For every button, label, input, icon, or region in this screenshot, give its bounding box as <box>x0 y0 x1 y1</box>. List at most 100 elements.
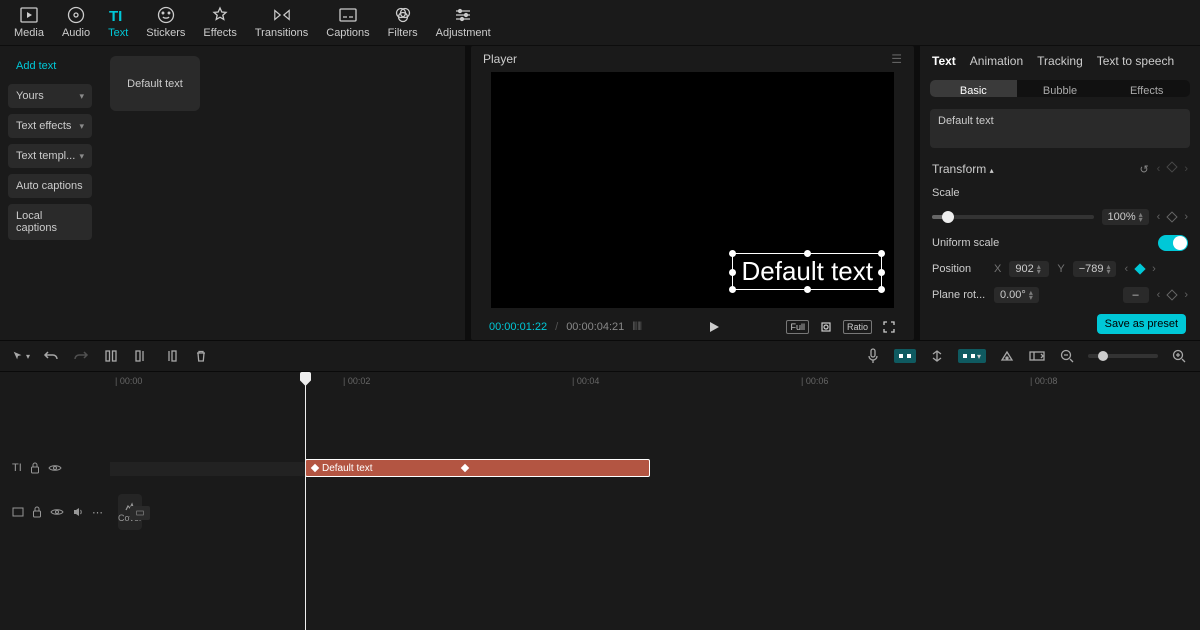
sidebar-text-effects[interactable]: Text effects▾ <box>8 114 92 138</box>
player-menu-icon[interactable]: ☰ <box>891 52 902 66</box>
keyframe-icon[interactable] <box>460 464 468 472</box>
text-clip[interactable]: Default text <box>305 459 650 477</box>
text-track-icon: TI <box>12 462 22 474</box>
sidebar-auto-captions[interactable]: Auto captions <box>8 174 92 198</box>
keyframe-diamond-icon[interactable] <box>1167 289 1178 300</box>
more-icon[interactable]: ⋯ <box>92 506 104 519</box>
position-label: Position <box>932 263 986 275</box>
resize-handle[interactable] <box>878 250 885 257</box>
tab-tracking[interactable]: Tracking <box>1037 54 1083 68</box>
ratio-button[interactable]: Ratio <box>843 320 872 334</box>
tool-transitions[interactable]: Transitions <box>255 6 308 39</box>
fullscreen-icon[interactable] <box>882 320 896 334</box>
save-preset-button[interactable]: Save as preset <box>1097 314 1186 334</box>
video-track-icon <box>12 507 24 517</box>
play-button[interactable] <box>707 320 721 334</box>
zoom-slider[interactable] <box>1088 354 1158 358</box>
timeline-toolbar: ▾ ▾ <box>0 340 1200 372</box>
preview-icon[interactable] <box>998 347 1016 365</box>
uniform-scale-toggle[interactable] <box>1158 235 1188 251</box>
redo-button[interactable] <box>72 347 90 365</box>
keyframe-diamond-icon[interactable] <box>1167 161 1178 172</box>
split-icon[interactable] <box>102 347 120 365</box>
lock-icon[interactable] <box>30 462 40 474</box>
subtab-bubble[interactable]: Bubble <box>1017 80 1104 97</box>
zoom-out-icon[interactable] <box>1058 347 1076 365</box>
columns-icon[interactable]: ⦀⦀ <box>632 321 642 334</box>
lock-icon[interactable] <box>32 506 42 518</box>
plane-rotation-label: Plane rot... <box>932 289 986 301</box>
chevron-down-icon: ▾ <box>79 151 84 162</box>
tool-adjustment[interactable]: Adjustment <box>436 6 491 39</box>
subtab-effects[interactable]: Effects <box>1103 80 1190 97</box>
text-content-input[interactable]: Default text <box>930 109 1190 148</box>
scale-slider[interactable] <box>932 215 1094 219</box>
position-x-input[interactable]: 902▴▾ <box>1009 261 1049 277</box>
tool-audio[interactable]: Audio <box>62 6 90 39</box>
sidebar-text-templates[interactable]: Text templ...▾ <box>8 144 92 168</box>
keyframe-diamond-icon[interactable] <box>1134 263 1145 274</box>
eye-icon[interactable] <box>48 463 62 473</box>
text-preset-default[interactable]: Default text <box>110 56 200 111</box>
full-button[interactable]: Full <box>786 320 809 334</box>
video-clip[interactable] <box>130 506 150 520</box>
text-track[interactable]: Default text <box>110 446 1200 490</box>
uniform-scale-label: Uniform scale <box>932 237 999 249</box>
timeline: TI ⋯ Cover | 00:00 | 00:02 | 00:04 | 00:… <box>0 372 1200 630</box>
tracks-area[interactable]: | 00:00 | 00:02 | 00:04 | 00:06 | 00:08 … <box>110 372 1200 630</box>
tool-text[interactable]: TIText <box>108 6 128 39</box>
position-y-input[interactable]: −789▴▾ <box>1073 261 1117 277</box>
tool-effects[interactable]: Effects <box>203 6 236 39</box>
chevron-down-icon: ▾ <box>79 91 84 102</box>
zoom-in-icon[interactable] <box>1170 347 1188 365</box>
video-track[interactable] <box>110 490 1200 534</box>
tab-animation[interactable]: Animation <box>970 54 1023 68</box>
scale-value[interactable]: 100%▴▾ <box>1102 209 1149 225</box>
svg-text:TI: TI <box>109 8 122 23</box>
crop-icon[interactable] <box>819 320 833 334</box>
tool-filters[interactable]: Filters <box>388 6 418 39</box>
delete-icon[interactable] <box>192 347 210 365</box>
keyframe-icon[interactable] <box>311 464 319 472</box>
eye-icon[interactable] <box>50 507 64 517</box>
text-overlay[interactable]: Default text <box>732 253 882 290</box>
resize-handle[interactable] <box>729 269 736 276</box>
pointer-tool-icon[interactable]: ▾ <box>12 347 30 365</box>
timecode-current: 00:00:01:22 <box>489 321 547 333</box>
time-ruler[interactable]: | 00:00 | 00:02 | 00:04 | 00:06 | 00:08 <box>110 372 1200 394</box>
chevron-down-icon: ▾ <box>79 121 84 132</box>
sidebar-local-captions[interactable]: Local captions <box>8 204 92 240</box>
timecode-duration: 00:00:04:21 <box>566 321 624 333</box>
resize-handle[interactable] <box>878 286 885 293</box>
mic-icon[interactable] <box>864 347 882 365</box>
magnetic-icon[interactable] <box>894 349 916 363</box>
undo-button[interactable] <box>42 347 60 365</box>
resize-handle[interactable] <box>729 286 736 293</box>
keyframe-diamond-icon[interactable] <box>1167 211 1178 222</box>
plane-rotation-input[interactable]: 0.00°▴▾ <box>994 287 1039 303</box>
player-viewport[interactable]: Default text <box>491 72 894 308</box>
tool-captions[interactable]: Captions <box>326 6 369 39</box>
reset-icon[interactable]: ↺ <box>1139 163 1148 176</box>
add-text-button[interactable]: Add text <box>8 54 92 78</box>
split-right-icon[interactable] <box>162 347 180 365</box>
tab-tts[interactable]: Text to speech <box>1097 54 1174 68</box>
track-options-icon[interactable] <box>1028 347 1046 365</box>
sidebar-yours[interactable]: Yours▾ <box>8 84 92 108</box>
text-panel: Add text Yours▾ Text effects▾ Text templ… <box>0 46 465 340</box>
rotation-badge[interactable]: – <box>1123 287 1149 303</box>
split-left-icon[interactable] <box>132 347 150 365</box>
snap-icon[interactable] <box>928 347 946 365</box>
resize-handle[interactable] <box>729 250 736 257</box>
mute-icon[interactable] <box>72 506 84 518</box>
tool-media[interactable]: Media <box>14 6 44 39</box>
link-icon[interactable]: ▾ <box>958 349 986 363</box>
text-track-head: TI <box>0 446 110 490</box>
tool-stickers[interactable]: Stickers <box>146 6 185 39</box>
top-toolbar: Media Audio TIText Stickers Effects Tran… <box>0 0 1200 46</box>
playhead[interactable] <box>305 372 306 630</box>
subtab-basic[interactable]: Basic <box>930 80 1017 97</box>
resize-handle[interactable] <box>878 269 885 276</box>
resize-handle[interactable] <box>804 286 811 293</box>
tab-text[interactable]: Text <box>932 54 956 68</box>
